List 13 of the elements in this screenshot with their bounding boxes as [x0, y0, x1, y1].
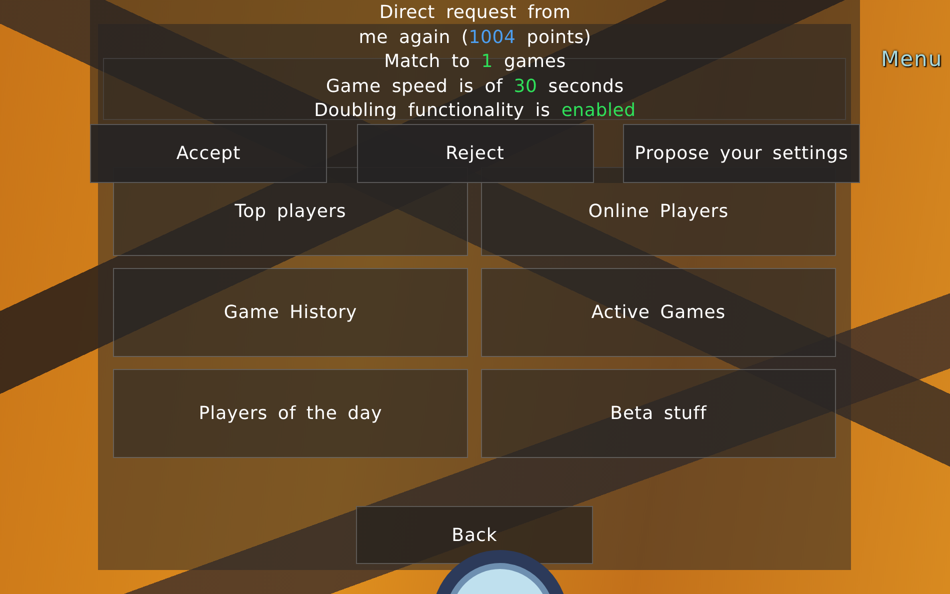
- dialog-button[interactable]: Reject: [356, 124, 594, 183]
- request-text: Doubling functionality is enabled: [314, 99, 636, 124]
- request-text: me again (1004 points): [358, 26, 592, 50]
- request-text: Match to 1 games: [384, 50, 566, 74]
- request-text: Game speed is of 30 seconds: [326, 74, 624, 99]
- menu-button[interactable]: Active Games: [481, 268, 836, 357]
- menu-button[interactable]: Beta stuff: [481, 369, 836, 458]
- menu-button[interactable]: Players of the day: [113, 369, 468, 458]
- dialog-button[interactable]: Accept: [90, 124, 327, 183]
- dialog-button[interactable]: Propose your settings: [623, 124, 860, 183]
- menu-button[interactable]: Game History: [113, 268, 468, 357]
- back-button[interactable]: Back: [356, 506, 593, 564]
- request-text: Direct request from: [379, 1, 571, 25]
